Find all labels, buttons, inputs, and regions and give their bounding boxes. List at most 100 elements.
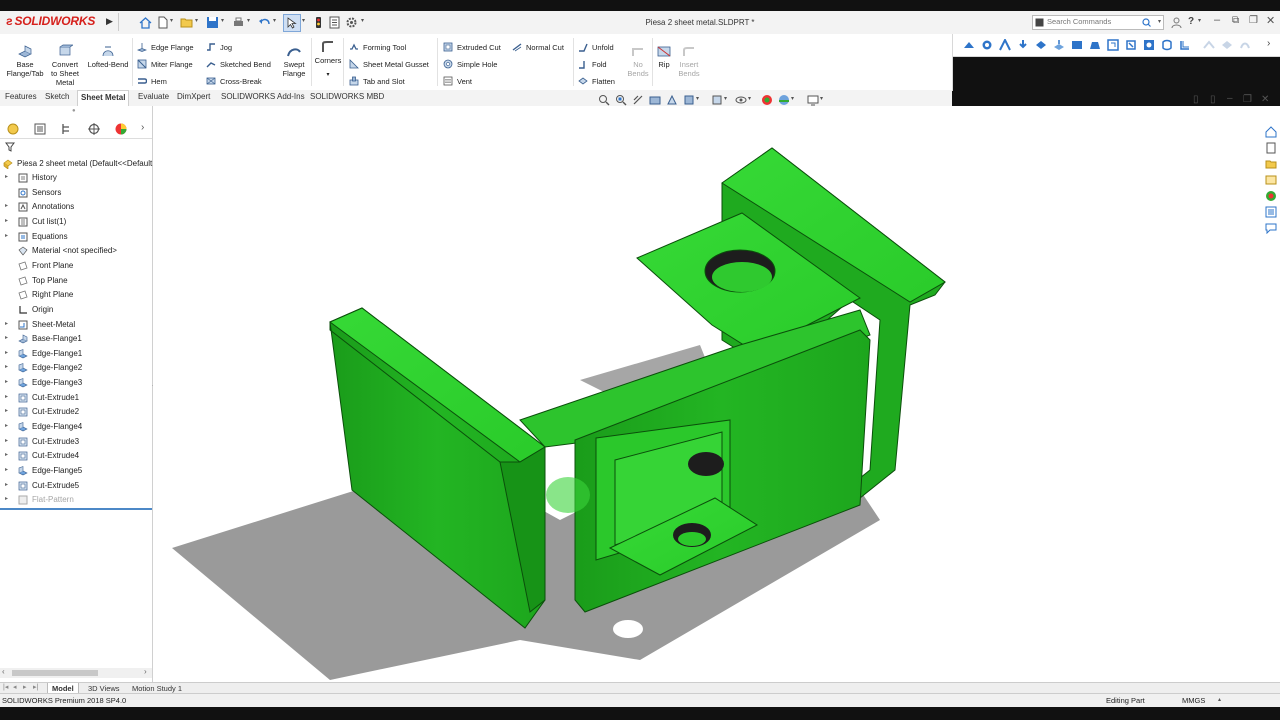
tab-solidworks-addins[interactable]: SOLIDWORKS Add-Ins xyxy=(218,92,308,101)
save-icon[interactable] xyxy=(206,16,219,29)
panel-splitter-handle[interactable]: ● xyxy=(72,108,76,114)
tab-dimxpert[interactable]: DimXpert xyxy=(174,92,213,101)
tile-windows-icon[interactable]: ⧉ xyxy=(1232,15,1239,26)
sheet-metal-tool-disabled-2-icon[interactable] xyxy=(1221,39,1233,51)
tab-evaluate[interactable]: Evaluate xyxy=(135,92,172,101)
extruded-cut-button[interactable]: Extruded Cut xyxy=(443,42,501,52)
apply-scene-dropdown-icon[interactable]: ▾ xyxy=(791,95,794,102)
tab-features[interactable]: Features xyxy=(2,92,40,101)
expand-arrow-icon[interactable]: ▸ xyxy=(5,217,8,224)
tree-item-edge-flange2[interactable]: ▸ Edge-Flange2 xyxy=(0,361,152,375)
simple-hole-button[interactable]: Simple Hole xyxy=(443,59,497,69)
tree-item-base-flange1[interactable]: ▸ Base-Flange1 xyxy=(0,332,152,346)
viewport-tile-right-icon[interactable]: ▯ xyxy=(1210,94,1216,105)
solidworks-logo[interactable]: ƨ SOLIDWORKS xyxy=(6,14,95,28)
scroll-left-icon[interactable]: ‹ xyxy=(2,667,5,676)
sheet-metal-tool-10-icon[interactable] xyxy=(1125,39,1137,51)
sheet-metal-tool-8-icon[interactable] xyxy=(1089,39,1101,51)
lofted-bend-button[interactable]: Lofted-Bend xyxy=(85,44,131,69)
sheet-metal-tool-3-icon[interactable] xyxy=(999,39,1011,51)
expand-arrow-icon[interactable]: ▸ xyxy=(5,349,8,356)
configuration-manager-tab-icon[interactable] xyxy=(60,122,74,136)
open-dropdown-icon[interactable]: ▾ xyxy=(195,17,198,24)
select-tool-button[interactable] xyxy=(283,14,301,32)
viewport-tile-left-icon[interactable]: ▯ xyxy=(1193,94,1199,105)
hem-button[interactable]: Hem xyxy=(137,76,167,86)
bottom-nav-first-icon[interactable]: |◂ xyxy=(3,683,8,691)
miter-flange-button[interactable]: Miter Flange xyxy=(137,59,193,69)
sheet-metal-tool-4-icon[interactable] xyxy=(1017,39,1029,51)
tree-item-material-not-specified[interactable]: Material <not specified> xyxy=(0,244,152,258)
expand-arrow-icon[interactable]: ▸ xyxy=(5,334,8,341)
new-document-icon[interactable] xyxy=(156,16,169,29)
viewport-minimize-icon[interactable]: – xyxy=(1227,93,1233,104)
bottom-nav-prev-icon[interactable]: ◂ xyxy=(13,683,17,691)
menu-expand-arrow-icon[interactable]: ▶ xyxy=(106,16,113,27)
tree-item-sensors[interactable]: Sensors xyxy=(0,186,152,200)
restore-window-icon[interactable]: ❐ xyxy=(1249,15,1258,26)
home-icon[interactable] xyxy=(139,16,152,29)
search-dropdown-icon[interactable]: ▾ xyxy=(1158,18,1161,25)
tree-item-equations[interactable]: ▸ Equations xyxy=(0,230,152,244)
property-manager-tab-icon[interactable] xyxy=(33,122,47,136)
options-gear-icon[interactable] xyxy=(345,16,358,29)
tree-root-part[interactable]: Piesa 2 sheet metal (Default<<Default xyxy=(0,157,152,171)
sheet-metal-tool-9-icon[interactable] xyxy=(1107,39,1119,51)
search-icon[interactable] xyxy=(1142,18,1151,27)
vent-button[interactable]: Vent xyxy=(443,76,472,86)
rebuild-traffic-light-icon[interactable] xyxy=(312,16,325,29)
filter-icon[interactable] xyxy=(5,142,15,152)
expand-arrow-icon[interactable]: ▸ xyxy=(5,363,8,370)
minimize-window-icon[interactable]: – xyxy=(1214,14,1220,26)
forming-tool-button[interactable]: Forming Tool xyxy=(349,42,406,52)
apply-scene-icon[interactable] xyxy=(778,94,790,106)
tree-item-sheet-metal[interactable]: ▸ Sheet-Metal xyxy=(0,318,152,332)
scrollbar-thumb[interactable] xyxy=(12,670,98,676)
tab-sketch[interactable]: Sketch xyxy=(42,92,72,101)
user-account-icon[interactable] xyxy=(1170,16,1183,29)
units-selector[interactable]: MMGS xyxy=(1182,696,1205,705)
no-bends-button[interactable]: No Bends xyxy=(625,44,651,78)
unfold-button[interactable]: Unfold xyxy=(578,42,614,52)
display-style-dropdown-icon[interactable]: ▾ xyxy=(724,95,727,102)
previous-view-icon[interactable] xyxy=(632,94,644,106)
view-orientation-dropdown-icon[interactable]: ▾ xyxy=(696,95,699,102)
sheet-metal-tool-2-icon[interactable] xyxy=(981,39,993,51)
fold-button[interactable]: Fold xyxy=(578,59,607,69)
tree-item-edge-flange4[interactable]: ▸ Edge-Flange4 xyxy=(0,420,152,434)
sheet-metal-part-model[interactable] xyxy=(153,106,1280,682)
sheet-metal-tool-7-icon[interactable] xyxy=(1071,39,1083,51)
expand-arrow-icon[interactable]: ▸ xyxy=(5,451,8,458)
sketched-bend-button[interactable]: Sketched Bend xyxy=(206,59,271,69)
open-folder-icon[interactable] xyxy=(180,16,193,29)
display-style-icon[interactable] xyxy=(711,94,723,106)
tree-item-cut-extrude2[interactable]: ▸ Cut-Extrude2 xyxy=(0,405,152,419)
tree-item-cut-list-1[interactable]: ▸ Cut list(1) xyxy=(0,215,152,229)
tree-item-flat-pattern[interactable]: ▸ Flat-Pattern xyxy=(0,493,152,507)
normal-cut-button[interactable]: Normal Cut xyxy=(512,42,564,52)
view-settings-icon[interactable] xyxy=(807,94,819,106)
expand-arrow-icon[interactable]: ▸ xyxy=(5,202,8,209)
tree-item-edge-flange3[interactable]: ▸ Edge-Flange3 xyxy=(0,376,152,390)
tree-item-top-plane[interactable]: Top Plane xyxy=(0,274,152,288)
select-dropdown-icon[interactable]: ▾ xyxy=(302,17,305,24)
search-commands-field[interactable]: Search Commands ▾ xyxy=(1032,15,1164,30)
section-view-icon[interactable] xyxy=(649,94,661,106)
tree-item-cut-extrude4[interactable]: ▸ Cut-Extrude4 xyxy=(0,449,152,463)
tree-item-history[interactable]: ▸ History xyxy=(0,171,152,185)
jog-button[interactable]: Jog xyxy=(206,42,232,52)
rip-button[interactable]: Rip xyxy=(654,44,674,69)
tree-item-cut-extrude3[interactable]: ▸ Cut-Extrude3 xyxy=(0,435,152,449)
undo-dropdown-icon[interactable]: ▾ xyxy=(273,17,276,24)
close-window-icon[interactable]: ✕ xyxy=(1266,14,1275,27)
tree-item-edge-flange5[interactable]: ▸ Edge-Flange5 xyxy=(0,464,152,478)
cross-break-button[interactable]: Cross-Break xyxy=(206,76,262,86)
convert-to-sheet-metal-button[interactable]: Convert to Sheet Metal xyxy=(48,44,82,87)
sheet-metal-tool-13-icon[interactable] xyxy=(1179,39,1191,51)
tree-item-cut-extrude5[interactable]: ▸ Cut-Extrude5 xyxy=(0,479,152,493)
expand-arrow-icon[interactable]: ▸ xyxy=(5,393,8,400)
display-manager-tab-icon[interactable] xyxy=(114,122,128,136)
graphics-area[interactable]: ▾ ▾ ▾ ▾ ▾ ▯ ▯ – ❐ ✕ xyxy=(153,93,1280,682)
expand-arrow-icon[interactable]: ▸ xyxy=(5,232,8,239)
hide-show-items-icon[interactable] xyxy=(735,94,747,106)
